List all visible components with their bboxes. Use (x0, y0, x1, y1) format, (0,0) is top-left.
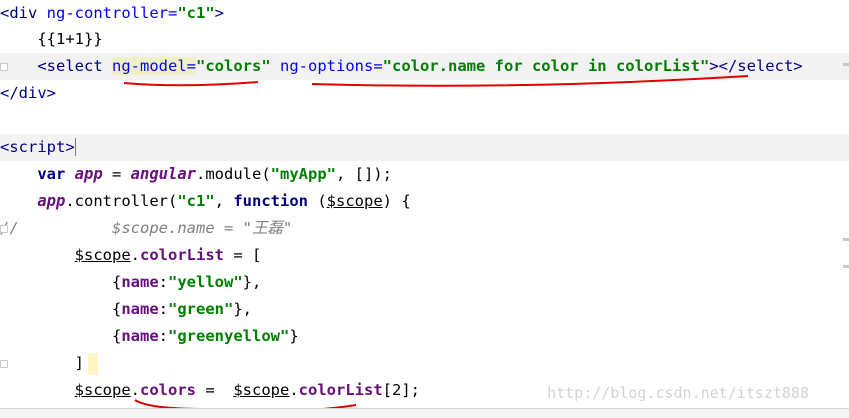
code-line-9: // $scope.name = "王磊" (0, 219, 293, 237)
code-line-13: {name:"greenyellow"} (111, 327, 299, 345)
fold-marker-icon[interactable] (0, 360, 8, 368)
scroll-marker[interactable] (843, 63, 849, 66)
code-line-10: $scope.colorList = [ (74, 246, 262, 264)
watermark-text: http://blog.csdn.net/itszt888 (547, 384, 809, 402)
code-line-1: <div ng-controller="c1"> (0, 4, 224, 22)
fold-marker-icon[interactable] (0, 63, 8, 71)
code-editor[interactable]: <div ng-controller="c1"> {{1+1}} <select… (0, 0, 849, 418)
scroll-marker[interactable] (843, 238, 849, 241)
code-line-14: ] (0, 350, 849, 377)
code-line-6: <script> (0, 134, 849, 161)
fold-marker-icon[interactable] (0, 225, 8, 233)
code-line-2: {{1+1}} (37, 30, 103, 48)
code-line-3: <select ng-model="colors" ng-options="co… (0, 53, 849, 80)
code-line-11: {name:"yellow"}, (111, 273, 262, 291)
code-line-4: </div> (0, 84, 56, 102)
code-line-8: app.controller("c1", function ($scope) { (37, 192, 411, 210)
code-line-7: var app = angular.module("myApp", []); (37, 165, 392, 183)
code-line-12: {name:"green"}, (111, 300, 252, 318)
scroll-marker[interactable] (843, 265, 849, 268)
